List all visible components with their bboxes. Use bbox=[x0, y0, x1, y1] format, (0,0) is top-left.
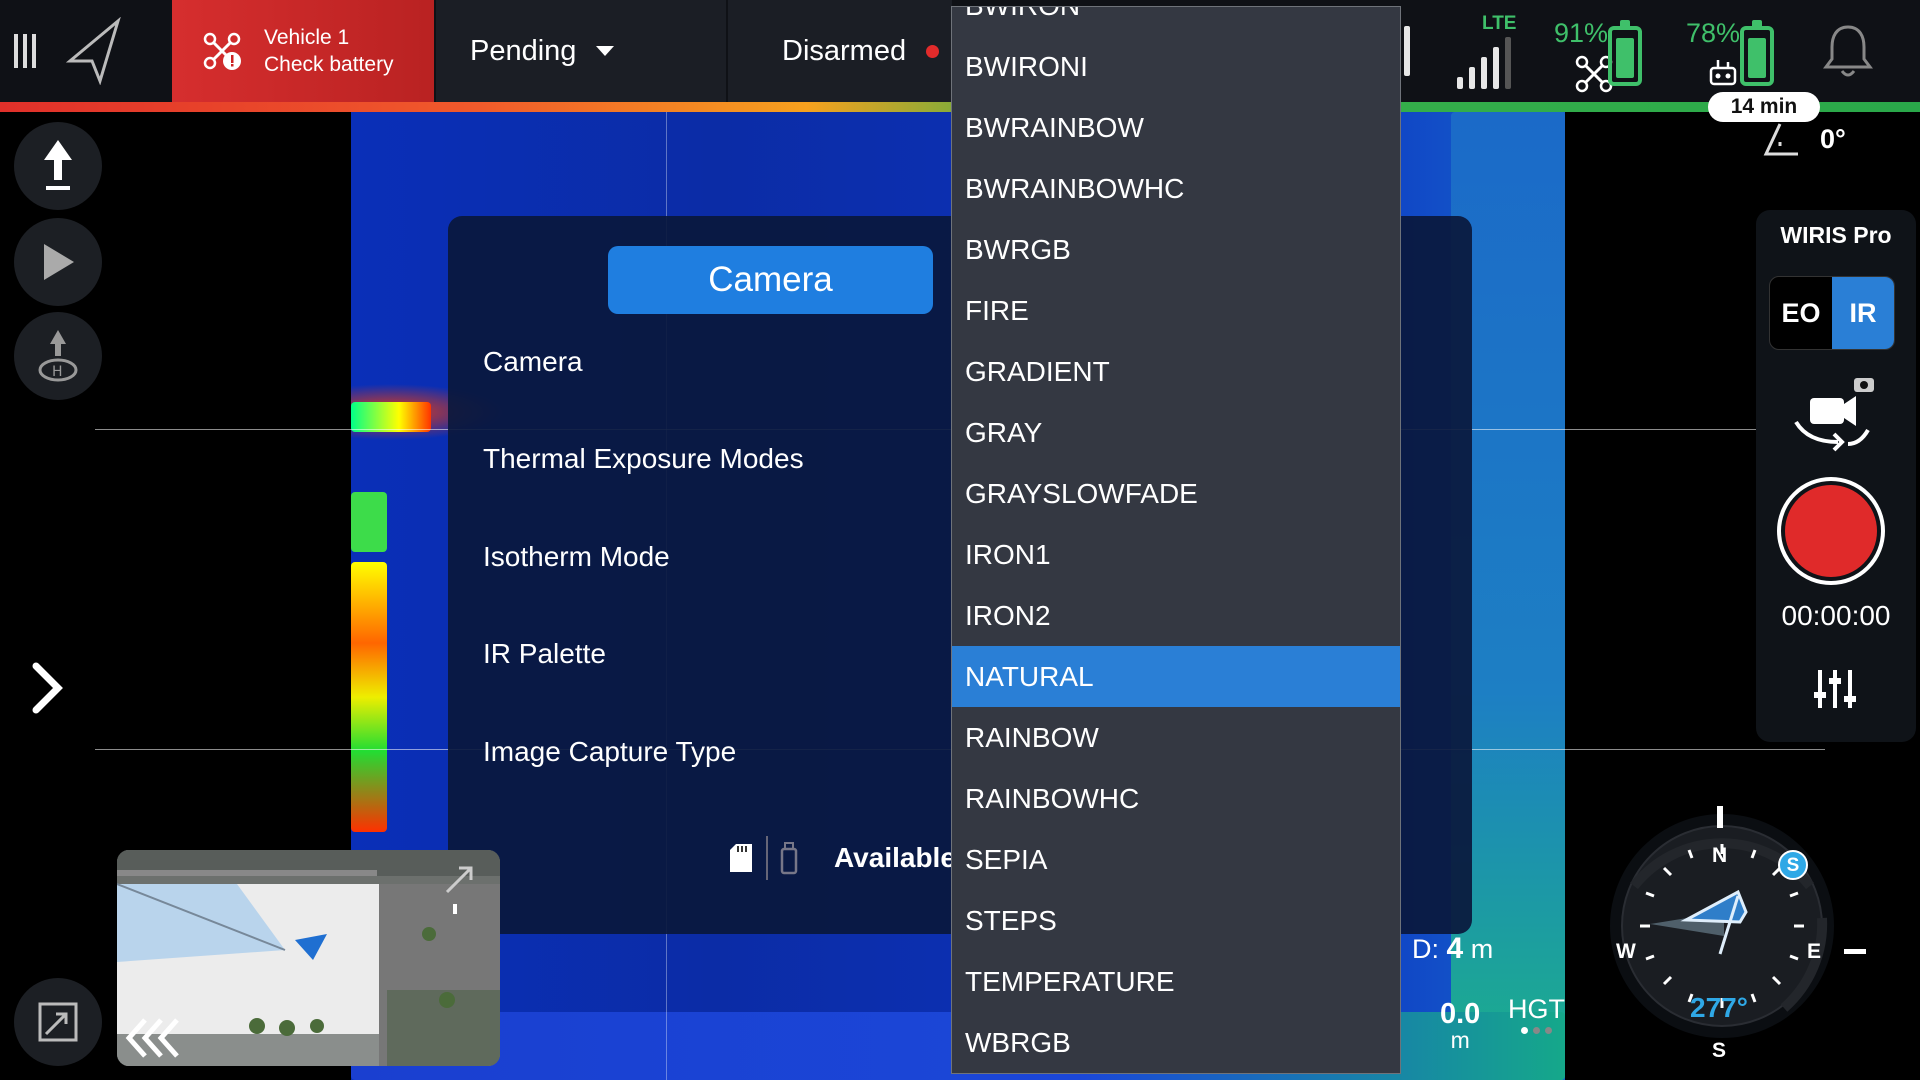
gimbal-pitch: 0° bbox=[1762, 120, 1846, 158]
thermal-hotspot bbox=[351, 562, 387, 832]
return-home-button[interactable]: H bbox=[14, 312, 102, 400]
takeoff-icon bbox=[44, 140, 72, 190]
palette-option[interactable]: SEPIA bbox=[952, 829, 1400, 890]
takeoff-button[interactable] bbox=[14, 122, 102, 210]
remote-controller-icon bbox=[1709, 60, 1737, 86]
altitude-unit: m bbox=[1450, 1027, 1470, 1053]
palette-option[interactable]: BWRGB bbox=[952, 219, 1400, 280]
return-home-icon: H bbox=[38, 330, 78, 382]
palette-option[interactable]: BWIRONI bbox=[952, 36, 1400, 97]
distance-value: 4 bbox=[1446, 932, 1464, 965]
arm-status-dot bbox=[926, 44, 940, 58]
record-icon bbox=[1785, 485, 1877, 577]
compass-south-label: S bbox=[1712, 1039, 1727, 1062]
palette-option[interactable]: FIRE bbox=[952, 280, 1400, 341]
mode-eo-button[interactable]: EO bbox=[1770, 277, 1832, 349]
vehicle-name: Vehicle 1 bbox=[264, 26, 350, 49]
compass-east-label: E bbox=[1807, 940, 1822, 963]
compass-north-marker bbox=[1717, 806, 1723, 828]
flight-mode-dropdown[interactable]: Pending bbox=[436, 0, 726, 102]
palette-option[interactable]: GRAYSLOWFADE bbox=[952, 463, 1400, 524]
setting-thermal-exposure-modes[interactable]: Thermal Exposure Modes bbox=[483, 443, 804, 475]
palette-option-selected[interactable]: NATURAL bbox=[952, 646, 1400, 707]
mode-ir-button[interactable]: IR bbox=[1832, 277, 1894, 349]
bell-icon[interactable] bbox=[1820, 0, 1876, 102]
palette-option[interactable]: STEPS bbox=[952, 890, 1400, 951]
setting-isotherm-mode[interactable]: Isotherm Mode bbox=[483, 541, 670, 573]
palette-option[interactable]: BWIRON bbox=[952, 7, 1400, 36]
palette-option[interactable]: IRON2 bbox=[952, 585, 1400, 646]
flight-mode-label: Pending bbox=[470, 34, 577, 67]
usb-drive-icon bbox=[780, 842, 798, 875]
palette-option[interactable]: BWRAINBOWHC bbox=[952, 158, 1400, 219]
compass-north-label: N bbox=[1712, 844, 1728, 867]
storage-status-label: Available bbox=[834, 842, 956, 873]
expand-map-icon[interactable] bbox=[441, 864, 477, 920]
compass-east-marker bbox=[1844, 949, 1866, 954]
palette-option[interactable]: WBRGB bbox=[952, 1012, 1400, 1073]
lte-signal: LTE bbox=[1452, 0, 1516, 102]
record-button[interactable] bbox=[1777, 477, 1885, 585]
rc-signal-icon bbox=[1404, 0, 1410, 102]
camera-name: WIRIS Pro bbox=[1780, 222, 1892, 248]
palette-option[interactable]: GRADIENT bbox=[952, 341, 1400, 402]
palette-option[interactable]: IRON1 bbox=[952, 524, 1400, 585]
expand-panel-chevron-icon[interactable] bbox=[28, 660, 68, 720]
battery-icon bbox=[1740, 20, 1774, 86]
distance-label: D: bbox=[1412, 934, 1439, 964]
arm-status-button[interactable]: Disarmed bbox=[728, 0, 952, 102]
setting-image-capture-type[interactable]: Image Capture Type bbox=[483, 736, 736, 768]
vehicle-warning-text: Check battery bbox=[264, 53, 394, 76]
ir-palette-dropdown-list[interactable]: BWIRON BWIRONI BWRAINBOW BWRAINBOWHC BWR… bbox=[951, 6, 1401, 1074]
flight-time-remaining: 14 min bbox=[1708, 92, 1820, 122]
signal-bars-icon bbox=[1457, 37, 1512, 89]
altitude-readout: 0.0 m bbox=[1440, 998, 1480, 1054]
setting-camera[interactable]: Camera bbox=[483, 346, 583, 378]
camera-settings-sliders-icon[interactable] bbox=[1812, 668, 1858, 714]
battery-icon bbox=[1608, 20, 1642, 86]
storage-status: Available bbox=[728, 836, 956, 880]
drone-warning-icon bbox=[203, 32, 241, 70]
drone-battery: 91% bbox=[1552, 18, 1642, 93]
rc-battery-percent: 78% bbox=[1686, 18, 1741, 48]
page-dots-icon bbox=[1508, 1027, 1565, 1034]
distance-readout: D: 4 m bbox=[1412, 932, 1493, 966]
palette-option[interactable]: GRAY bbox=[952, 402, 1400, 463]
palette-option[interactable]: BWRAINBOW bbox=[952, 97, 1400, 158]
vehicle-status-button[interactable]: Vehicle 1 Check battery bbox=[172, 0, 434, 102]
lte-label: LTE bbox=[1482, 13, 1517, 34]
rc-battery: 78% bbox=[1684, 18, 1774, 92]
collapse-map-icon[interactable] bbox=[123, 1014, 185, 1066]
compass-badge-icon: S bbox=[1778, 850, 1808, 880]
compass-heading: 277° bbox=[1690, 992, 1748, 1023]
play-mission-button[interactable] bbox=[14, 218, 102, 306]
sd-card-icon bbox=[730, 844, 752, 872]
gimbal-pitch-value: 0° bbox=[1820, 123, 1846, 154]
altitude-reference-label: HGT bbox=[1508, 994, 1565, 1024]
altitude-reference-toggle[interactable]: HGT bbox=[1508, 994, 1565, 1034]
menu-icon[interactable] bbox=[14, 0, 46, 102]
palette-option[interactable]: RAINBOW bbox=[952, 707, 1400, 768]
arm-status-label: Disarmed bbox=[782, 34, 907, 67]
plan-view-icon[interactable] bbox=[66, 0, 126, 102]
play-mission-icon bbox=[44, 244, 74, 280]
svg-text:H: H bbox=[52, 364, 63, 380]
setting-ir-palette[interactable]: IR Palette bbox=[483, 638, 606, 670]
distance-unit: m bbox=[1470, 934, 1494, 964]
eo-ir-toggle[interactable]: EO IR bbox=[1769, 276, 1895, 350]
palette-option[interactable]: RAINBOWHC bbox=[952, 768, 1400, 829]
mini-map[interactable] bbox=[117, 850, 500, 1066]
tab-camera[interactable]: Camera bbox=[608, 246, 933, 314]
thermal-hotspot bbox=[351, 402, 431, 432]
drone-battery-percent: 91% bbox=[1554, 18, 1609, 48]
fullscreen-icon bbox=[38, 1002, 78, 1042]
thermal-hotspot bbox=[351, 492, 387, 552]
switch-camera-mode-icon[interactable] bbox=[1788, 372, 1878, 460]
palette-option[interactable]: TEMPERATURE bbox=[952, 951, 1400, 1012]
compass-west-label: W bbox=[1616, 940, 1636, 963]
record-timer: 00:00:00 bbox=[1781, 600, 1891, 631]
chevron-down-icon bbox=[596, 46, 615, 56]
fullscreen-button[interactable] bbox=[14, 978, 102, 1066]
angle-icon bbox=[1763, 123, 1798, 156]
